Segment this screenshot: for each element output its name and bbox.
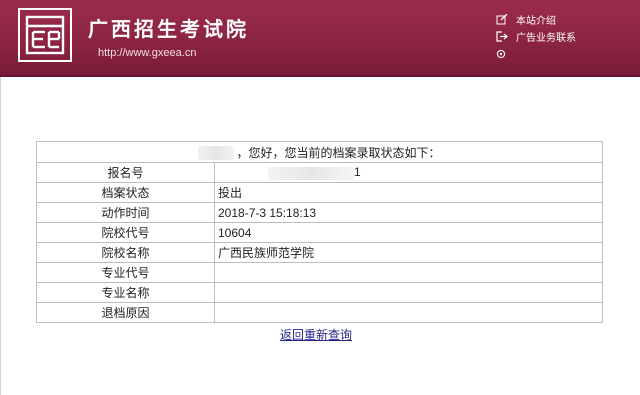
link-home[interactable]	[496, 45, 576, 62]
site-logo[interactable]	[18, 8, 72, 62]
table-row: 报名号 1	[36, 162, 603, 183]
header-links: 本站介绍 广告业务联系	[496, 11, 576, 62]
table-row: 专业名称	[36, 282, 603, 303]
row-label: 专业名称	[36, 282, 215, 303]
row-label: 档案状态	[36, 182, 215, 203]
table-row: 院校名称 广西民族师范学院	[36, 242, 603, 263]
link-site-intro-label: 本站介绍	[516, 16, 556, 27]
home-icon	[496, 48, 510, 60]
table-row: 动作时间 2018-7-3 15:18:13	[36, 202, 603, 223]
greeting-row: ，您好，您当前的档案录取状态如下：	[36, 141, 603, 163]
link-ad-contact-label: 广告业务联系	[516, 33, 576, 44]
exit-icon	[496, 31, 510, 43]
row-label: 动作时间	[36, 202, 215, 223]
table-row: 退档原因	[36, 302, 603, 323]
edit-icon	[496, 14, 510, 26]
admission-status-table: ，您好，您当前的档案录取状态如下： 报名号 1 档案状态 投出 动作时间 201…	[36, 141, 603, 323]
site-url: http://www.gxeea.cn	[98, 47, 197, 59]
row-value: 2018-7-3 15:18:13	[214, 202, 603, 223]
table-row: 专业代号	[36, 262, 603, 283]
row-label: 院校代号	[36, 222, 215, 243]
row-label: 报名号	[36, 162, 215, 183]
redacted-registration-number	[268, 166, 354, 180]
back-to-query-link[interactable]: 返回重新查询	[280, 326, 352, 343]
greeting-cell: ，您好，您当前的档案录取状态如下：	[36, 141, 603, 163]
site-header: 广西招生考试院 http://www.gxeea.cn 本站介绍 广告业务联系	[0, 0, 640, 77]
row-value	[214, 262, 603, 283]
table-row: 档案状态 投出	[36, 182, 603, 203]
row-value: 1	[214, 162, 603, 183]
registration-number-tail: 1	[354, 165, 361, 180]
link-site-intro[interactable]: 本站介绍	[496, 11, 576, 28]
row-value	[214, 282, 603, 303]
redacted-name	[198, 146, 235, 161]
logo-emblem-icon	[25, 15, 65, 55]
row-value: 10604	[214, 222, 603, 243]
table-row: 院校代号 10604	[36, 222, 603, 243]
greeting-text: ，您好，您当前的档案录取状态如下：	[236, 145, 441, 160]
row-label: 专业代号	[36, 262, 215, 283]
row-value: 广西民族师范学院	[214, 242, 603, 263]
row-value	[214, 302, 603, 323]
site-title: 广西招生考试院	[88, 17, 249, 41]
link-ad-contact[interactable]: 广告业务联系	[496, 28, 576, 45]
row-label: 院校名称	[36, 242, 215, 263]
row-label: 退档原因	[36, 302, 215, 323]
row-value: 投出	[214, 182, 603, 203]
